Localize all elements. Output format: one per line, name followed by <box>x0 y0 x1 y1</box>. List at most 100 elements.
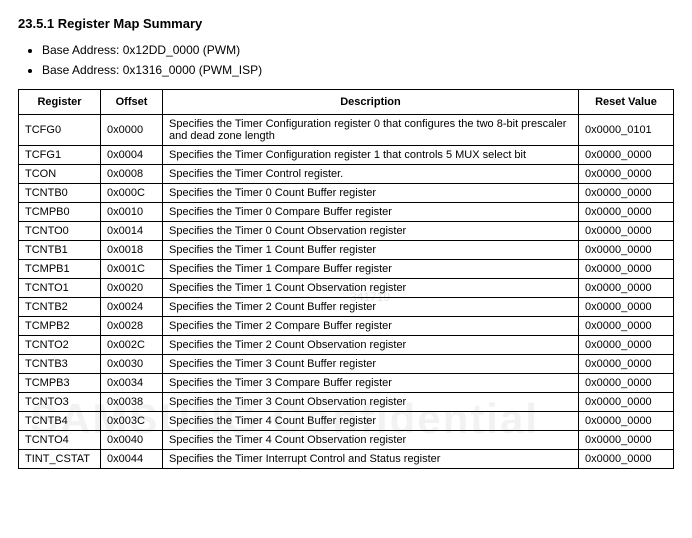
cell-register: TCMPB3 <box>19 374 101 393</box>
table-row: TCMPB20x0028Specifies the Timer 2 Compar… <box>19 317 674 336</box>
cell-description: Specifies the Timer 1 Count Buffer regis… <box>163 241 579 260</box>
table-row: TCFG10x0004Specifies the Timer Configura… <box>19 146 674 165</box>
cell-offset: 0x0008 <box>101 165 163 184</box>
cell-offset: 0x0014 <box>101 222 163 241</box>
table-row: TCNTB00x000CSpecifies the Timer 0 Count … <box>19 184 674 203</box>
cell-description: Specifies the Timer 0 Count Observation … <box>163 222 579 241</box>
cell-reset-value: 0x0000_0000 <box>579 298 674 317</box>
table-row: TCNTB40x003CSpecifies the Timer 4 Count … <box>19 412 674 431</box>
cell-description: Specifies the Timer 4 Count Observation … <box>163 431 579 450</box>
cell-offset: 0x0024 <box>101 298 163 317</box>
cell-offset: 0x0018 <box>101 241 163 260</box>
cell-reset-value: 0x0000_0000 <box>579 412 674 431</box>
table-row: TCNTO00x0014Specifies the Timer 0 Count … <box>19 222 674 241</box>
cell-reset-value: 0x0000_0000 <box>579 374 674 393</box>
table-row: TCFG00x0000Specifies the Timer Configura… <box>19 115 674 146</box>
cell-reset-value: 0x0000_0000 <box>579 336 674 355</box>
cell-description: Specifies the Timer Control register. <box>163 165 579 184</box>
cell-description: Specifies the Timer 2 Compare Buffer reg… <box>163 317 579 336</box>
cell-register: TCNTO1 <box>19 279 101 298</box>
table-row: TCMPB00x0010Specifies the Timer 0 Compar… <box>19 203 674 222</box>
cell-description: Specifies the Timer Configuration regist… <box>163 146 579 165</box>
cell-offset: 0x0004 <box>101 146 163 165</box>
cell-description: Specifies the Timer 3 Count Buffer regis… <box>163 355 579 374</box>
cell-offset: 0x0028 <box>101 317 163 336</box>
base-address-item: Base Address: 0x12DD_0000 (PWM) <box>42 43 674 57</box>
table-row: TCNTO10x0020Specifies the Timer 1 Count … <box>19 279 674 298</box>
table-row: TINT_CSTAT0x0044Specifies the Timer Inte… <box>19 450 674 469</box>
cell-offset: 0x000C <box>101 184 163 203</box>
cell-description: Specifies the Timer Configuration regist… <box>163 115 579 146</box>
cell-description: Specifies the Timer 0 Count Buffer regis… <box>163 184 579 203</box>
cell-offset: 0x0038 <box>101 393 163 412</box>
cell-reset-value: 0x0000_0000 <box>579 431 674 450</box>
cell-register: TCFG0 <box>19 115 101 146</box>
cell-reset-value: 0x0000_0101 <box>579 115 674 146</box>
cell-reset-value: 0x0000_0000 <box>579 165 674 184</box>
cell-register: TCNTB3 <box>19 355 101 374</box>
col-reset-value: Reset Value <box>579 90 674 115</box>
table-row: TCON0x0008Specifies the Timer Control re… <box>19 165 674 184</box>
cell-description: Specifies the Timer 0 Compare Buffer reg… <box>163 203 579 222</box>
cell-offset: 0x0030 <box>101 355 163 374</box>
cell-description: Specifies the Timer 4 Count Buffer regis… <box>163 412 579 431</box>
cell-register: TCNTO4 <box>19 431 101 450</box>
cell-offset: 0x0034 <box>101 374 163 393</box>
cell-reset-value: 0x0000_0000 <box>579 146 674 165</box>
cell-register: TCNTB0 <box>19 184 101 203</box>
cell-reset-value: 0x0000_0000 <box>579 279 674 298</box>
cell-description: Specifies the Timer 2 Count Observation … <box>163 336 579 355</box>
col-description: Description <box>163 90 579 115</box>
cell-register: TCNTB2 <box>19 298 101 317</box>
cell-register: TINT_CSTAT <box>19 450 101 469</box>
table-row: TCNTO40x0040Specifies the Timer 4 Count … <box>19 431 674 450</box>
cell-register: TCNTO2 <box>19 336 101 355</box>
section-heading: 23.5.1 Register Map Summary <box>18 16 674 31</box>
cell-offset: 0x001C <box>101 260 163 279</box>
cell-offset: 0x002C <box>101 336 163 355</box>
cell-reset-value: 0x0000_0000 <box>579 393 674 412</box>
cell-reset-value: 0x0000_0000 <box>579 450 674 469</box>
table-row: TCNTB30x0030Specifies the Timer 3 Count … <box>19 355 674 374</box>
cell-offset: 0x003C <box>101 412 163 431</box>
col-register: Register <box>19 90 101 115</box>
table-row: TCNTB20x0024Specifies the Timer 2 Count … <box>19 298 674 317</box>
base-address-list: Base Address: 0x12DD_0000 (PWM) Base Add… <box>18 43 674 77</box>
cell-reset-value: 0x0000_0000 <box>579 317 674 336</box>
cell-description: Specifies the Timer 3 Compare Buffer reg… <box>163 374 579 393</box>
cell-reset-value: 0x0000_0000 <box>579 203 674 222</box>
cell-register: TCNTO0 <box>19 222 101 241</box>
register-map-table: Register Offset Description Reset Value … <box>18 89 674 469</box>
table-row: TCMPB10x001CSpecifies the Timer 1 Compar… <box>19 260 674 279</box>
cell-register: TCMPB1 <box>19 260 101 279</box>
cell-offset: 0x0000 <box>101 115 163 146</box>
cell-reset-value: 0x0000_0000 <box>579 241 674 260</box>
table-row: TCNTB10x0018Specifies the Timer 1 Count … <box>19 241 674 260</box>
cell-offset: 0x0040 <box>101 431 163 450</box>
table-row: TCNTO30x0038Specifies the Timer 3 Count … <box>19 393 674 412</box>
cell-description: Specifies the Timer 2 Count Buffer regis… <box>163 298 579 317</box>
cell-reset-value: 0x0000_0000 <box>579 184 674 203</box>
cell-register: TCFG1 <box>19 146 101 165</box>
cell-register: TCMPB0 <box>19 203 101 222</box>
table-header-row: Register Offset Description Reset Value <box>19 90 674 115</box>
cell-description: Specifies the Timer Interrupt Control an… <box>163 450 579 469</box>
cell-reset-value: 0x0000_0000 <box>579 260 674 279</box>
base-address-item: Base Address: 0x1316_0000 (PWM_ISP) <box>42 63 674 77</box>
cell-description: Specifies the Timer 1 Count Observation … <box>163 279 579 298</box>
cell-description: Specifies the Timer 1 Compare Buffer reg… <box>163 260 579 279</box>
cell-offset: 0x0020 <box>101 279 163 298</box>
table-row: TCMPB30x0034Specifies the Timer 3 Compar… <box>19 374 674 393</box>
cell-register: TCNTB4 <box>19 412 101 431</box>
table-row: TCNTO20x002CSpecifies the Timer 2 Count … <box>19 336 674 355</box>
cell-offset: 0x0010 <box>101 203 163 222</box>
cell-offset: 0x0044 <box>101 450 163 469</box>
cell-register: TCNTB1 <box>19 241 101 260</box>
cell-register: TCNTO3 <box>19 393 101 412</box>
cell-register: TCMPB2 <box>19 317 101 336</box>
cell-reset-value: 0x0000_0000 <box>579 355 674 374</box>
col-offset: Offset <box>101 90 163 115</box>
cell-register: TCON <box>19 165 101 184</box>
cell-description: Specifies the Timer 3 Count Observation … <box>163 393 579 412</box>
cell-reset-value: 0x0000_0000 <box>579 222 674 241</box>
